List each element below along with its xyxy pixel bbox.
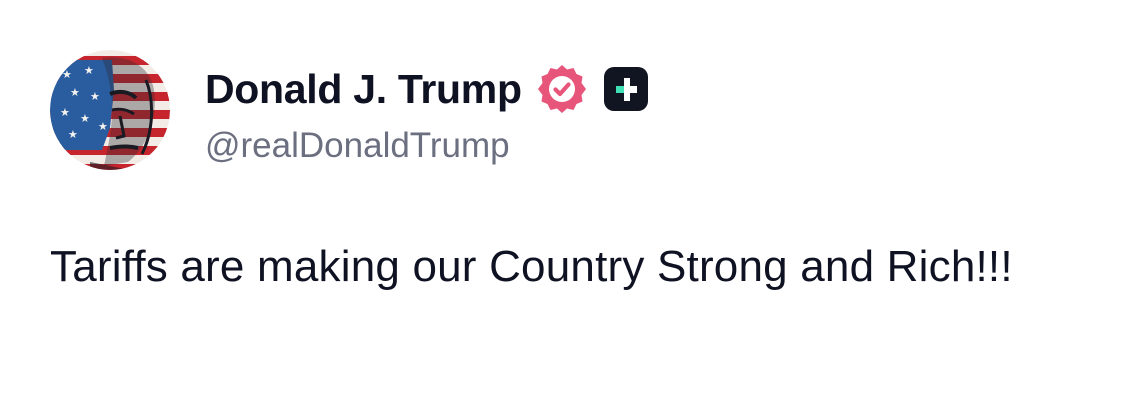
author-name-row: Donald J. Trump xyxy=(205,64,650,114)
author-handle[interactable]: @realDonaldTrump xyxy=(205,126,510,166)
post-body-text: Tariffs are making our Country Strong an… xyxy=(50,242,1013,291)
svg-text:★: ★ xyxy=(70,86,80,99)
svg-text:★: ★ xyxy=(62,68,72,81)
svg-text:★: ★ xyxy=(80,112,90,125)
flag-portrait-avatar-icon: ★ ★ ★ ★ ★ ★ ★ ★ xyxy=(50,50,170,170)
post-card: ★ ★ ★ ★ ★ ★ ★ ★ Donald J. Trump @realDon… xyxy=(0,0,1124,400)
svg-text:★: ★ xyxy=(68,128,78,141)
plus-badge-icon xyxy=(602,65,650,113)
svg-text:★: ★ xyxy=(90,90,100,103)
svg-text:★: ★ xyxy=(60,106,70,119)
author-display-name[interactable]: Donald J. Trump xyxy=(205,66,522,113)
svg-text:★: ★ xyxy=(84,64,94,77)
verified-badge-icon xyxy=(536,63,588,115)
svg-text:★: ★ xyxy=(98,120,108,133)
author-avatar[interactable]: ★ ★ ★ ★ ★ ★ ★ ★ xyxy=(50,50,170,170)
